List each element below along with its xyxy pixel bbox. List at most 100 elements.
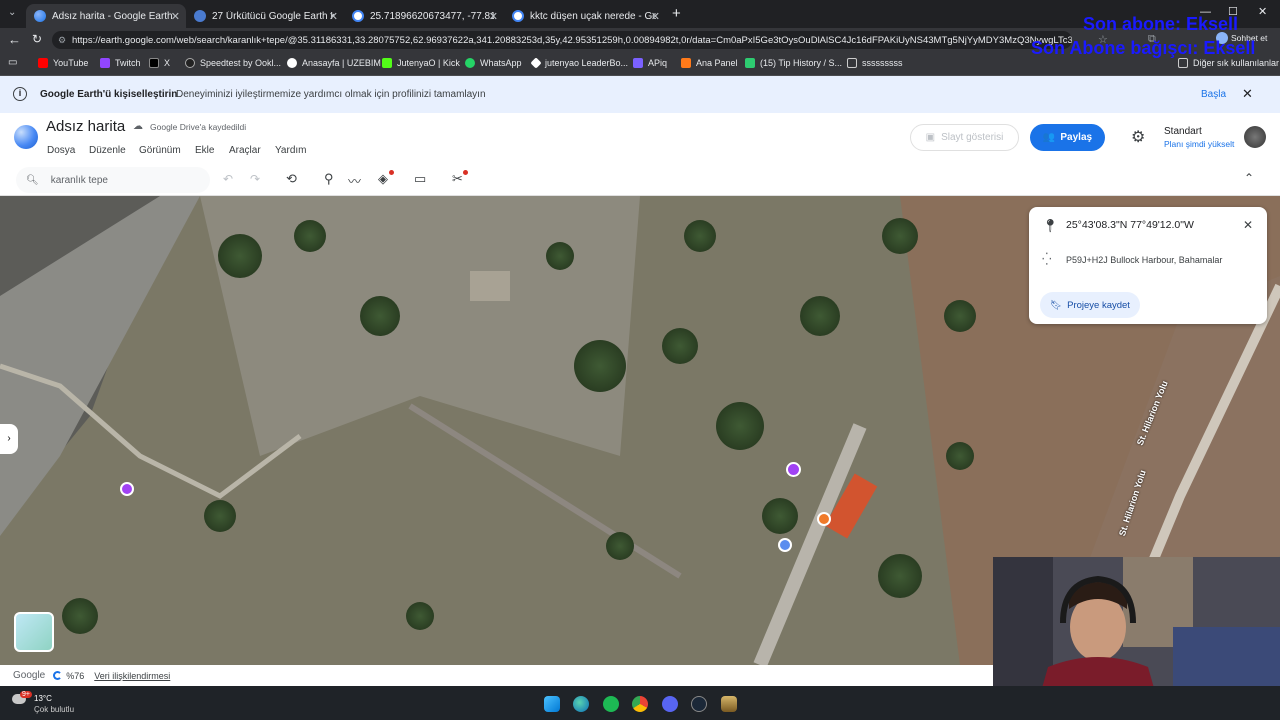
weather-temp: 13°C — [34, 694, 52, 703]
tab-coordinates-search[interactable]: 25.71896620673477, -77.8199952... ✕ — [344, 4, 504, 28]
other-bookmarks[interactable]: Diğer sık kullanılanlar — [1178, 58, 1279, 68]
map-poi-marker[interactable] — [120, 482, 134, 496]
coordinates-text: 25°43'08.3"N 77°49'12.0"W — [1066, 219, 1194, 231]
settings-gear-icon[interactable]: ⚙ — [1131, 127, 1145, 147]
tools-icon[interactable]: ✂ — [452, 171, 463, 187]
bookmark-whatsapp[interactable]: WhatsApp — [465, 58, 522, 68]
windows-start-icon[interactable] — [544, 696, 560, 712]
app-header: Adsız harita ☁ Google Drive'a kaydedildi… — [0, 113, 1280, 165]
tab-title: 25.71896620673477, -77.8199952... — [370, 10, 494, 22]
panel-icon — [681, 58, 691, 68]
bookmark-twitch[interactable]: Twitch — [100, 58, 141, 68]
back-icon[interactable]: ← — [8, 32, 21, 47]
stream-overlay-donor: Son Abone bağışcı: Eksell — [1031, 38, 1256, 58]
bookmark-label: JutenyaO | Kick — [397, 58, 460, 68]
people-icon: 👥 — [1042, 132, 1056, 143]
site-info-icon[interactable]: ⚙ — [58, 35, 66, 46]
reload-icon[interactable]: ↻ — [32, 32, 42, 46]
search-box[interactable]: 🔍︎ karanlık tepe — [16, 167, 210, 193]
history-icon[interactable]: ⟲ — [286, 171, 297, 187]
banner-start-link[interactable]: Başla — [1201, 89, 1226, 100]
map-poi-marker[interactable] — [786, 462, 801, 477]
save-label: Projeye kaydet — [1067, 299, 1130, 311]
undo-icon[interactable]: ↶ — [223, 172, 233, 186]
new-tab-icon[interactable]: + — [672, 5, 681, 22]
bookmark-apps-icon[interactable]: ▭ — [8, 57, 17, 68]
bookmark-tip-history[interactable]: (15) Tip History / S... — [745, 58, 842, 68]
x-icon — [149, 58, 159, 68]
speedtest-icon — [185, 58, 195, 68]
tab-kktc-search[interactable]: kktc düşen uçak nerede - Google... ✕ — [504, 4, 666, 28]
close-tab-icon[interactable]: ✕ — [171, 10, 180, 23]
youtube-icon — [38, 58, 48, 68]
slideshow-label: Slayt gösterisi — [941, 132, 1004, 143]
close-tab-icon[interactable]: ✕ — [651, 10, 660, 23]
tab-koordinat[interactable]: 27 Ürkütücü Google Earth Koordin... ✕ — [186, 4, 344, 28]
card-close-icon[interactable]: ✕ — [1243, 218, 1253, 232]
share-label: Paylaş — [1060, 132, 1093, 143]
slideshow-button[interactable]: ▣ Slayt gösterisi — [910, 124, 1019, 151]
tab-search-icon[interactable]: ⌄ — [8, 7, 16, 18]
placemark-pin-icon[interactable]: ⚲ — [324, 171, 334, 187]
project-title[interactable]: Adsız harita — [46, 118, 125, 135]
menu-insert[interactable]: Ekle — [195, 145, 214, 156]
bookmark-icon: 🔖︎ — [1050, 299, 1063, 311]
bookmark-youtube[interactable]: YouTube — [38, 58, 88, 68]
google-logo: Google — [13, 670, 46, 681]
bookmark-folder[interactable]: sssssssss — [847, 58, 903, 68]
bookmark-speedtest[interactable]: Speedtest by Ookl... — [185, 58, 281, 68]
data-attribution-link[interactable]: Veri ilişkilendirmesi — [94, 671, 170, 681]
menu-help[interactable]: Yardım — [275, 145, 307, 156]
map-style-thumbnail[interactable] — [14, 612, 54, 652]
tools-badge-dot — [463, 170, 468, 175]
menu-tools[interactable]: Araçlar — [229, 145, 261, 156]
bookmark-uzebim[interactable]: Anasayfa | UZEBIM — [287, 58, 381, 68]
edge-browser-icon[interactable] — [573, 696, 589, 712]
loading-spinner-icon — [53, 671, 63, 680]
measure-ruler-icon[interactable]: ▭ — [414, 171, 426, 187]
close-tab-icon[interactable]: ✕ — [489, 10, 498, 23]
menu-view[interactable]: Görünüm — [139, 145, 181, 156]
bookmark-kick[interactable]: JutenyaO | Kick — [382, 58, 460, 68]
earth-favicon-icon — [34, 10, 46, 22]
banner-close-icon[interactable]: ✕ — [1242, 86, 1253, 102]
discord-icon[interactable] — [662, 696, 678, 712]
menu-edit[interactable]: Düzenle — [89, 145, 126, 156]
window-close-icon[interactable]: ✕ — [1258, 5, 1267, 18]
map-poi-marker[interactable] — [817, 512, 831, 526]
google-favicon-icon — [512, 10, 524, 22]
save-to-project-button[interactable]: 🔖︎ Projeye kaydet — [1040, 292, 1140, 318]
slideshow-icon: ▣ — [925, 132, 936, 143]
bookmark-leaderboard[interactable]: jutenyao LeaderBo... — [530, 57, 628, 69]
search-icon: 🔍︎ — [26, 174, 39, 186]
chrome-icon[interactable] — [632, 696, 648, 712]
bookmark-label: (15) Tip History / S... — [760, 58, 843, 68]
site-favicon-icon — [194, 10, 206, 22]
spotify-icon[interactable] — [603, 696, 619, 712]
menu-file[interactable]: Dosya — [47, 145, 75, 156]
upgrade-plan-link[interactable]: Planı şimdi yükselt — [1164, 139, 1234, 149]
collapse-toolbar-icon[interactable]: ⌃ — [1244, 171, 1254, 185]
side-panel-toggle[interactable]: › — [0, 424, 18, 454]
tip-icon — [745, 58, 755, 68]
user-avatar[interactable] — [1244, 126, 1266, 148]
google-favicon-icon — [352, 10, 364, 22]
tab-title: Adsız harita - Google Earth — [52, 10, 173, 22]
share-button[interactable]: 👥 Paylaş — [1030, 124, 1105, 151]
map-poi-marker[interactable] — [778, 538, 792, 552]
bookmark-label: Speedtest by Ookl... — [200, 58, 282, 68]
cloud-saved-icon: ☁ — [133, 121, 143, 132]
bookmark-x[interactable]: X — [149, 58, 170, 68]
redo-icon[interactable]: ↷ — [250, 172, 260, 186]
tab-google-earth[interactable]: Adsız harita - Google Earth ✕ — [26, 4, 186, 28]
game-app-icon[interactable] — [721, 696, 737, 712]
layers-icon[interactable]: ◈ — [378, 171, 388, 187]
bookmark-ana-panel[interactable]: Ana Panel — [681, 58, 738, 68]
bookmark-label: WhatsApp — [480, 58, 522, 68]
draw-path-icon[interactable]: 〰 — [348, 171, 361, 190]
steam-icon[interactable] — [691, 696, 707, 712]
close-tab-icon[interactable]: ✕ — [329, 10, 338, 23]
bookmark-apiq[interactable]: APiq — [633, 58, 667, 68]
plan-name: Standart — [1164, 126, 1202, 137]
url-field[interactable]: ⚙ https://earth.google.com/web/search/ka… — [52, 31, 1072, 49]
